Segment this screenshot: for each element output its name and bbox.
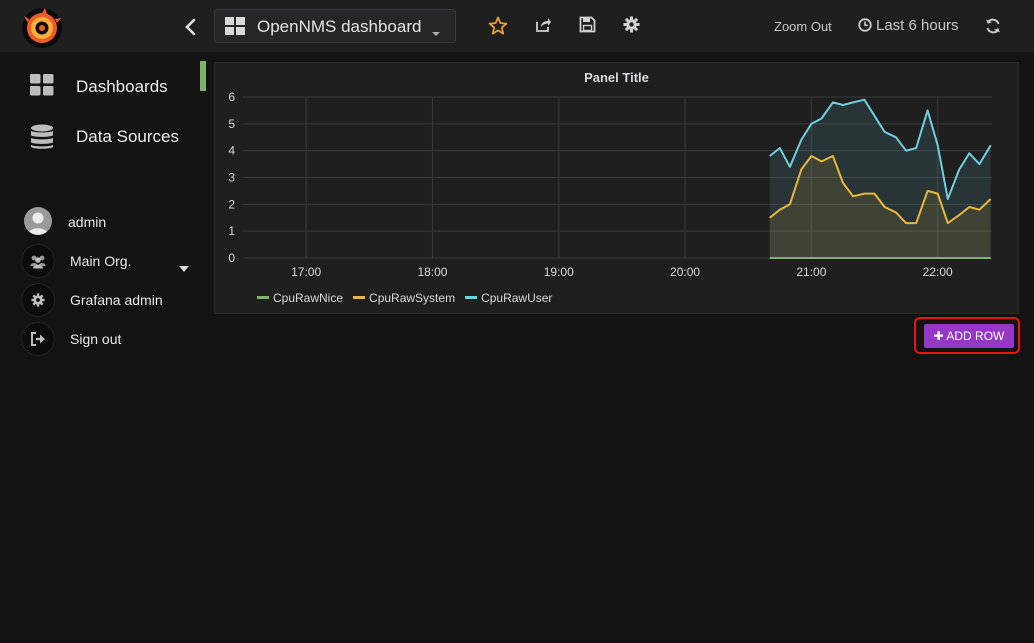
database-icon bbox=[30, 124, 54, 155]
y-tick-label: 4 bbox=[228, 144, 235, 158]
sidebar: Dashboards Data Sources admin Main Org. … bbox=[0, 53, 206, 643]
y-tick-label: 3 bbox=[228, 171, 235, 185]
plus-icon: ✚ bbox=[933, 329, 944, 343]
active-indicator bbox=[200, 61, 206, 91]
x-tick-label: 21:00 bbox=[796, 265, 826, 279]
sidebar-org-switcher[interactable]: Main Org. bbox=[22, 245, 202, 279]
y-tick-label: 5 bbox=[228, 117, 235, 131]
x-tick-label: 20:00 bbox=[670, 265, 700, 279]
grafana-admin-label: Grafana admin bbox=[70, 292, 163, 308]
legend-item[interactable]: CpuRawSystem bbox=[353, 291, 455, 305]
y-tick-label: 0 bbox=[228, 251, 235, 265]
x-tick-label: 18:00 bbox=[417, 265, 447, 279]
sidebar-user-admin[interactable]: admin bbox=[22, 206, 202, 240]
legend-label: CpuRawUser bbox=[481, 291, 553, 305]
legend-label: CpuRawNice bbox=[273, 291, 344, 305]
legend-label: CpuRawSystem bbox=[369, 291, 456, 305]
chevron-left-icon[interactable] bbox=[176, 12, 204, 42]
top-navbar: OpenNMS dashboard Zoom Out Last 6 hours bbox=[0, 0, 1034, 53]
graph-legend: CpuRawNice CpuRawSystem CpuRawUser bbox=[257, 291, 562, 305]
star-icon[interactable] bbox=[488, 16, 508, 41]
save-icon[interactable] bbox=[579, 16, 596, 38]
graph-panel[interactable]: Panel Title 0 1 2 3 4 5 6 17:00 18:00 19:00 20:00 2… bbox=[214, 62, 1019, 314]
time-range-picker[interactable]: Last 6 hours bbox=[858, 17, 959, 34]
add-row-label: ADD ROW bbox=[946, 329, 1005, 343]
dashboard-picker-button[interactable]: OpenNMS dashboard bbox=[214, 9, 456, 43]
x-tick-label: 19:00 bbox=[544, 265, 574, 279]
x-tick-label: 22:00 bbox=[923, 265, 953, 279]
sidebar-item-label: Dashboards bbox=[76, 77, 168, 96]
graph-chart: 0 1 2 3 4 5 6 17:00 18:00 19:00 20:00 21:00 22:00 bbox=[228, 90, 992, 279]
users-icon bbox=[30, 255, 46, 269]
sidebar-sign-out[interactable]: Sign out bbox=[22, 323, 202, 357]
add-row-button[interactable]: ✚ ADD ROW bbox=[924, 324, 1014, 348]
gear-icon bbox=[31, 293, 45, 307]
sidebar-item-data-sources[interactable]: Data Sources bbox=[0, 117, 200, 157]
legend-swatch bbox=[257, 296, 269, 299]
y-tick-label: 1 bbox=[228, 224, 235, 238]
caret-down-icon bbox=[179, 259, 189, 277]
share-icon[interactable] bbox=[534, 16, 552, 39]
sign-out-label: Sign out bbox=[70, 331, 122, 347]
org-name-label: Main Org. bbox=[70, 253, 132, 269]
y-tick-label: 2 bbox=[228, 197, 235, 211]
legend-swatch bbox=[465, 296, 478, 299]
sign-out-icon bbox=[31, 332, 45, 346]
legend-item[interactable]: CpuRawUser bbox=[465, 291, 552, 305]
dashboards-grid-icon bbox=[30, 74, 54, 101]
user-name-label: admin bbox=[68, 214, 107, 230]
sidebar-item-label: Data Sources bbox=[76, 127, 179, 146]
gear-icon[interactable] bbox=[623, 16, 640, 38]
grafana-logo-icon[interactable] bbox=[20, 6, 64, 50]
avatar bbox=[24, 207, 52, 235]
refresh-icon[interactable] bbox=[984, 17, 1002, 40]
sidebar-item-dashboards[interactable]: Dashboards bbox=[0, 67, 200, 107]
y-tick-label: 6 bbox=[228, 90, 235, 104]
zoom-out-button[interactable]: Zoom Out bbox=[774, 19, 832, 34]
legend-swatch bbox=[353, 296, 366, 299]
dashboard-grid-icon bbox=[225, 17, 245, 42]
clock-icon bbox=[858, 18, 872, 32]
time-range-label: Last 6 hours bbox=[876, 17, 959, 34]
sidebar-grafana-admin[interactable]: Grafana admin bbox=[22, 284, 202, 318]
legend-item[interactable]: CpuRawNice bbox=[257, 291, 343, 305]
dashboard-title: OpenNMS dashboard bbox=[257, 17, 422, 36]
caret-down-icon bbox=[431, 24, 441, 42]
x-tick-label: 17:00 bbox=[291, 265, 321, 279]
